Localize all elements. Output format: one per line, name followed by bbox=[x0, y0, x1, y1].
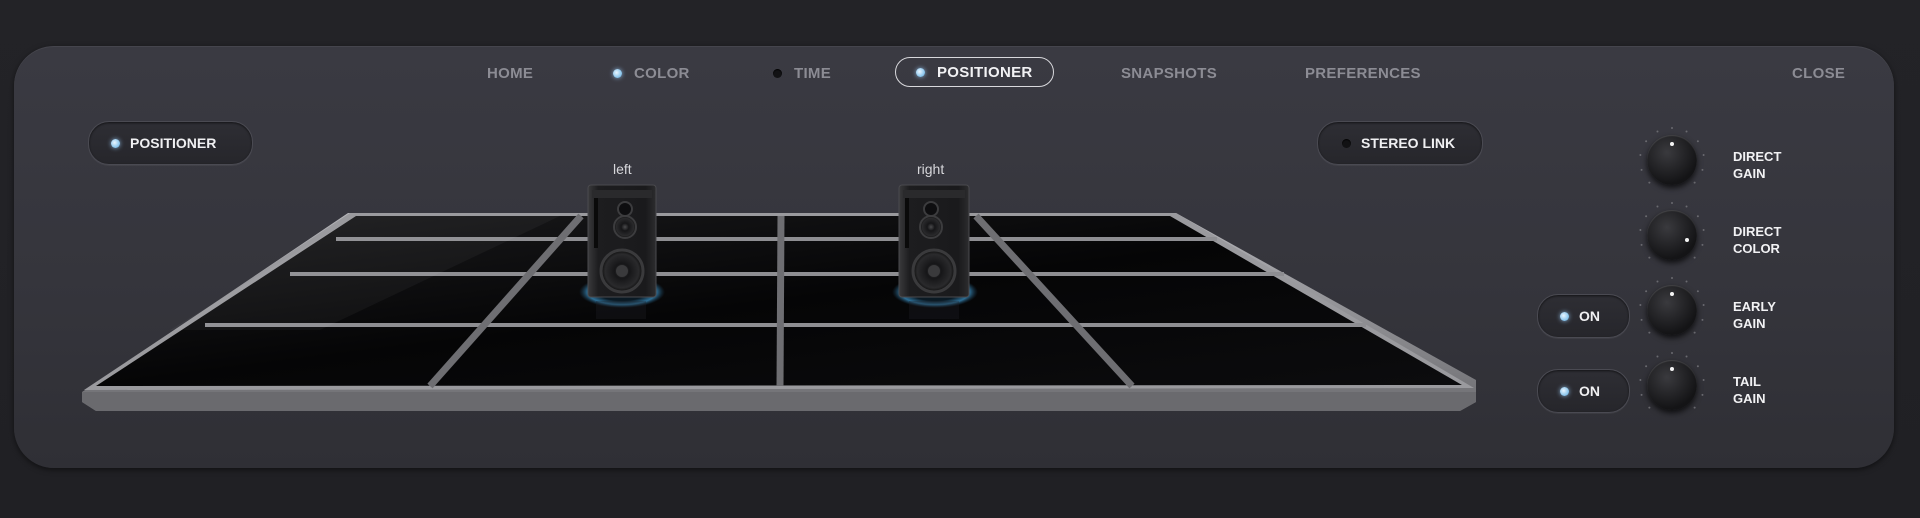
direct-color-label: DIRECT COLOR bbox=[1733, 224, 1782, 256]
left-speaker[interactable] bbox=[579, 184, 665, 319]
knob-indicator-icon bbox=[1670, 292, 1674, 296]
knob-indicator-icon bbox=[1670, 142, 1674, 146]
direct-color-knob[interactable] bbox=[1637, 200, 1707, 270]
early-gain-knob[interactable] bbox=[1637, 275, 1707, 345]
knob-body[interactable] bbox=[1647, 135, 1697, 185]
knob-body[interactable] bbox=[1647, 210, 1697, 260]
positioner-floor[interactable] bbox=[0, 0, 1920, 518]
left-speaker-label: left bbox=[613, 161, 632, 177]
knob-body[interactable] bbox=[1647, 360, 1697, 410]
right-speaker-label: right bbox=[917, 161, 945, 177]
tail-gain-knob[interactable] bbox=[1637, 350, 1707, 420]
knob-indicator-icon bbox=[1685, 237, 1690, 242]
direct-gain-knob[interactable] bbox=[1637, 125, 1707, 195]
right-speaker[interactable] bbox=[892, 184, 978, 319]
tail-gain-label: TAIL GAIN bbox=[1733, 374, 1766, 406]
knob-indicator-icon bbox=[1670, 367, 1674, 371]
early-gain-label: EARLY GAIN bbox=[1733, 299, 1776, 331]
knob-body[interactable] bbox=[1647, 285, 1697, 335]
direct-gain-label: DIRECT GAIN bbox=[1733, 149, 1782, 181]
